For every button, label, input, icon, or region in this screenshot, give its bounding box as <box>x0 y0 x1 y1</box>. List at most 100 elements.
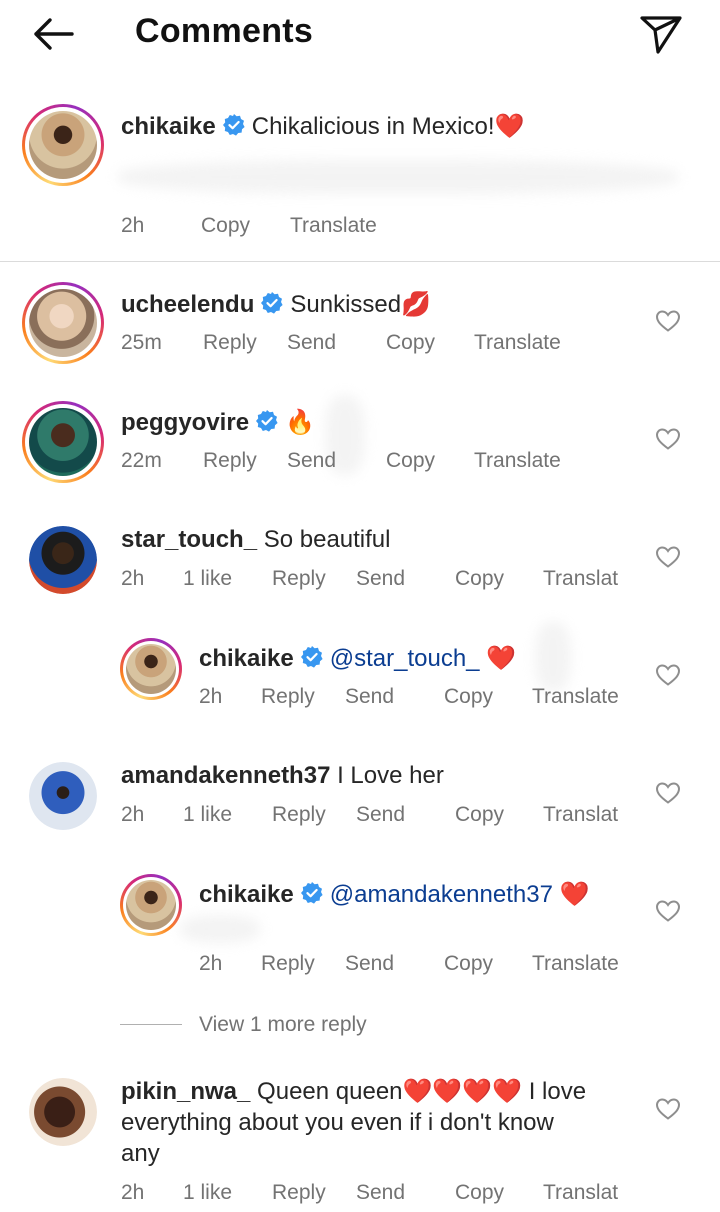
heart-emoji: ❤️ <box>559 881 590 908</box>
copy-button[interactable]: Copy <box>455 803 504 827</box>
reply-button[interactable]: Reply <box>272 1181 326 1205</box>
translate-button[interactable]: Translate <box>290 214 377 238</box>
view-more-replies-button[interactable]: View 1 more reply <box>199 1013 367 1037</box>
caption-meta: 2h Copy Translate <box>121 214 641 240</box>
comment-text: Sunkissed <box>290 291 402 318</box>
replies-divider <box>120 1024 182 1025</box>
comment-meta: 2h 1 like Reply Send Copy Translat <box>121 1181 641 1207</box>
send-button[interactable]: Send <box>287 331 336 355</box>
like-heart-icon[interactable] <box>655 1097 681 1121</box>
like-heart-icon[interactable] <box>655 427 681 451</box>
divider <box>0 261 720 262</box>
reply-button[interactable]: Reply <box>203 331 257 355</box>
avatar[interactable] <box>22 104 104 186</box>
translate-button[interactable]: Translate <box>532 952 619 976</box>
username[interactable]: chikaike <box>121 113 216 140</box>
timestamp: 2h <box>121 803 145 826</box>
reply-button[interactable]: Reply <box>261 952 315 976</box>
page-title: Comments <box>135 12 314 50</box>
caption-text: Chikalicious in Mexico! <box>251 113 495 140</box>
blurred-region <box>180 915 260 943</box>
verified-badge-icon <box>261 292 283 314</box>
heart-emoji: ❤️ <box>486 645 517 672</box>
username[interactable]: ucheelendu <box>121 291 254 318</box>
like-heart-icon[interactable] <box>655 309 681 333</box>
reply-button[interactable]: Reply <box>272 803 326 827</box>
avatar[interactable] <box>120 638 182 700</box>
back-arrow-icon[interactable] <box>28 10 80 58</box>
username[interactable]: pikin_nwa_ <box>121 1078 250 1105</box>
copy-button[interactable]: Copy <box>444 952 493 976</box>
comment-line: ucheelendu Sunkissed💋 <box>121 290 431 319</box>
comment-line: amandakenneth37 I Love her <box>121 762 444 790</box>
timestamp: 2h <box>121 214 145 237</box>
comment-line: chikaike @star_touch_ ❤️ <box>199 644 516 673</box>
timestamp: 22m <box>121 449 162 472</box>
send-button[interactable]: Send <box>287 449 336 473</box>
verified-badge-icon <box>300 882 323 904</box>
blurred-region <box>535 622 571 692</box>
comment-meta: 2h Reply Send Copy Translate <box>199 952 639 978</box>
reply-button[interactable]: Reply <box>272 567 326 591</box>
username[interactable]: star_touch_ <box>121 526 257 553</box>
copy-button[interactable]: Copy <box>444 685 493 709</box>
comment-line: star_touch_ So beautiful <box>121 526 390 554</box>
send-button[interactable]: Send <box>356 567 405 591</box>
comment-meta: 25m Reply Send Copy Translate <box>121 331 641 357</box>
avatar[interactable] <box>22 282 104 364</box>
verified-badge-icon <box>300 646 323 668</box>
reply-button[interactable]: Reply <box>203 449 257 473</box>
fire-emoji: 🔥 <box>285 409 315 436</box>
username[interactable]: amandakenneth37 <box>121 762 330 789</box>
like-heart-icon[interactable] <box>655 899 681 923</box>
timestamp: 2h <box>199 685 223 708</box>
comment-text: So beautiful <box>263 526 391 553</box>
avatar[interactable] <box>22 401 104 483</box>
timestamp: 2h <box>199 952 223 975</box>
translate-button[interactable]: Translat <box>543 803 618 827</box>
likes-count[interactable]: 1 like <box>183 803 232 827</box>
header: Comments <box>0 0 720 72</box>
avatar[interactable] <box>120 874 182 936</box>
timestamp: 2h <box>121 1181 145 1204</box>
mention-link[interactable]: @amandakenneth37 <box>330 881 553 908</box>
comment-text-line-3: any <box>121 1140 160 1167</box>
mention-link[interactable]: @star_touch_ <box>330 645 480 672</box>
comment-meta: 2h 1 like Reply Send Copy Translat <box>121 567 641 593</box>
translate-button[interactable]: Translate <box>474 449 561 473</box>
copy-button[interactable]: Copy <box>201 214 250 238</box>
heart-emoji: ❤️ <box>494 113 525 140</box>
comment-line: chikaike @amandakenneth37 ❤️ <box>199 880 590 909</box>
avatar[interactable] <box>29 526 97 594</box>
copy-button[interactable]: Copy <box>455 1181 504 1205</box>
avatar[interactable] <box>29 762 97 830</box>
share-send-icon[interactable] <box>636 8 686 58</box>
like-heart-icon[interactable] <box>655 781 681 805</box>
username[interactable]: peggyovire <box>121 409 249 436</box>
verified-badge-icon <box>256 410 278 432</box>
comment-text-line-2: everything about you even if i don't kno… <box>121 1109 554 1136</box>
caption-line: chikaike Chikalicious in Mexico!❤️ <box>121 112 524 141</box>
comment-text-line-1: Queen queen❤️❤️❤️❤️ I love <box>257 1078 587 1105</box>
copy-button[interactable]: Copy <box>386 331 435 355</box>
username[interactable]: chikaike <box>199 881 294 908</box>
reply-button[interactable]: Reply <box>261 685 315 709</box>
like-heart-icon[interactable] <box>655 663 681 687</box>
send-button[interactable]: Send <box>356 803 405 827</box>
like-heart-icon[interactable] <box>655 545 681 569</box>
username[interactable]: chikaike <box>199 645 294 672</box>
likes-count[interactable]: 1 like <box>183 1181 232 1205</box>
send-button[interactable]: Send <box>356 1181 405 1205</box>
comment-text: I Love her <box>337 762 444 789</box>
comment-meta: 2h Reply Send Copy Translate <box>199 685 639 711</box>
copy-button[interactable]: Copy <box>386 449 435 473</box>
avatar[interactable] <box>29 1078 97 1146</box>
translate-button[interactable]: Translate <box>474 331 561 355</box>
translate-button[interactable]: Translat <box>543 567 618 591</box>
translate-button[interactable]: Translate <box>532 685 619 709</box>
likes-count[interactable]: 1 like <box>183 567 232 591</box>
copy-button[interactable]: Copy <box>455 567 504 591</box>
translate-button[interactable]: Translat <box>543 1181 618 1205</box>
send-button[interactable]: Send <box>345 685 394 709</box>
send-button[interactable]: Send <box>345 952 394 976</box>
